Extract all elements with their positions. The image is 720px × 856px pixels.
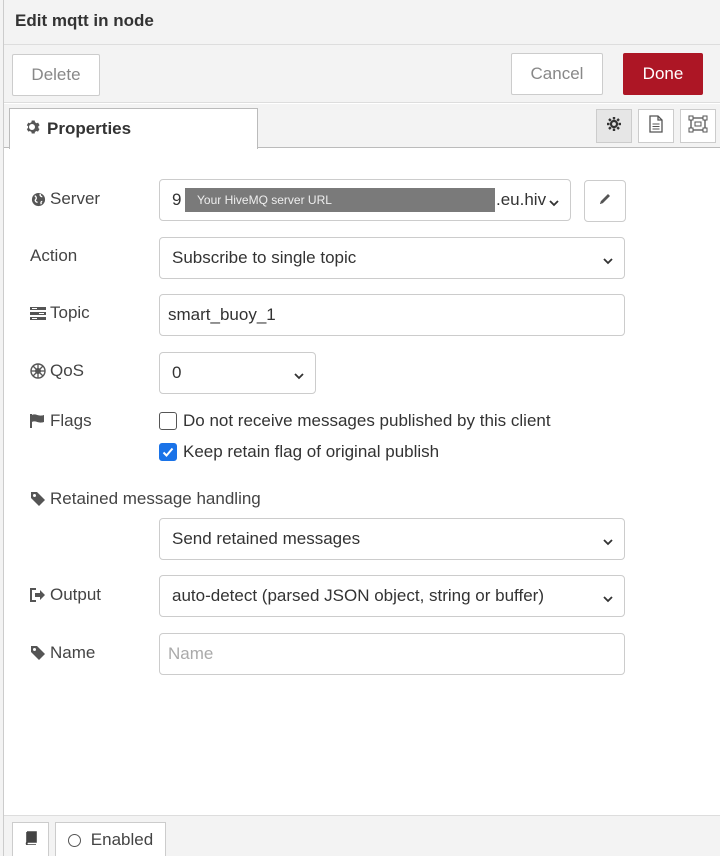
circle-icon bbox=[67, 833, 81, 847]
cancel-button[interactable]: Cancel bbox=[511, 53, 603, 95]
retain-as-published-label: Keep retain flag of original publish bbox=[183, 442, 440, 461]
server-label-row: Server bbox=[30, 189, 100, 209]
properties-tab-button[interactable] bbox=[596, 109, 632, 143]
retain-handling-label-row: Retained message handling bbox=[30, 489, 261, 509]
chevron-down-icon bbox=[602, 533, 614, 553]
qos-value: 0 bbox=[172, 363, 182, 382]
retain-as-published-checkbox-row[interactable]: Keep retain flag of original publish bbox=[159, 442, 439, 462]
chevron-down-icon bbox=[293, 367, 305, 387]
retain-handling-label: Retained message handling bbox=[50, 489, 261, 508]
tab-properties[interactable]: Properties bbox=[9, 108, 258, 149]
chevron-down-icon bbox=[602, 252, 614, 272]
sign-out-icon bbox=[30, 588, 46, 602]
help-button[interactable] bbox=[12, 822, 49, 856]
redaction-mask: Your HiveMQ server URL bbox=[185, 188, 495, 212]
qos-label: QoS bbox=[50, 361, 85, 380]
server-label: Server bbox=[50, 189, 101, 208]
appearance-tab-button[interactable] bbox=[680, 109, 716, 143]
server-value-suffix: .eu.hiv bbox=[496, 190, 547, 209]
flag-icon bbox=[30, 414, 46, 428]
tag-icon bbox=[30, 645, 46, 661]
topic-label: Topic bbox=[50, 303, 90, 322]
retain-handling-value: Send retained messages bbox=[172, 529, 361, 548]
no-local-label: Do not receive messages published by thi… bbox=[183, 411, 551, 430]
chevron-down-icon bbox=[602, 590, 614, 610]
chevron-down-icon bbox=[548, 194, 560, 214]
book-icon bbox=[24, 830, 38, 850]
gear-icon bbox=[606, 116, 622, 137]
edit-server-button[interactable] bbox=[584, 180, 626, 222]
retain-as-published-checkbox[interactable] bbox=[159, 443, 177, 461]
action-value: Subscribe to single topic bbox=[172, 248, 357, 267]
flags-label: Flags bbox=[50, 411, 92, 430]
name-placeholder: Name bbox=[168, 644, 214, 663]
tag-icon bbox=[30, 491, 46, 507]
name-input[interactable]: Name bbox=[159, 633, 625, 675]
action-label: Action bbox=[30, 246, 78, 265]
enabled-toggle[interactable]: Enabled bbox=[55, 822, 166, 856]
globe-icon bbox=[30, 192, 46, 207]
done-button[interactable]: Done bbox=[623, 53, 703, 95]
delete-button[interactable]: Delete bbox=[12, 54, 100, 96]
tasks-icon bbox=[30, 306, 46, 320]
tab-bar: Properties bbox=[4, 104, 720, 149]
gear-icon bbox=[25, 119, 41, 140]
action-select[interactable]: Subscribe to single topic bbox=[159, 237, 625, 279]
enabled-label: Enabled bbox=[90, 830, 154, 849]
title-bar: Edit mqtt in node bbox=[4, 0, 720, 45]
no-local-checkbox[interactable] bbox=[159, 412, 177, 430]
qos-icon bbox=[30, 363, 46, 379]
edit-dialog: Edit mqtt in node Delete Cancel Done Pro… bbox=[3, 0, 720, 856]
flags-label-row: Flags bbox=[30, 411, 92, 431]
pencil-icon bbox=[598, 191, 612, 211]
output-label-row: Output bbox=[30, 585, 101, 605]
dialog-toolbar: Delete Cancel Done bbox=[4, 45, 720, 103]
topic-input[interactable]: smart_buoy_1 bbox=[159, 294, 625, 336]
name-label-row: Name bbox=[30, 643, 95, 663]
dialog-footer: Enabled bbox=[4, 815, 720, 856]
output-value: auto-detect (parsed JSON object, string … bbox=[172, 586, 544, 605]
topic-label-row: Topic bbox=[30, 303, 90, 323]
checkmark-icon bbox=[162, 447, 174, 457]
retain-handling-select[interactable]: Send retained messages bbox=[159, 518, 625, 560]
qos-label-row: QoS bbox=[30, 361, 84, 381]
output-select[interactable]: auto-detect (parsed JSON object, string … bbox=[159, 575, 625, 617]
action-label-row: Action bbox=[30, 246, 77, 266]
qos-select[interactable]: 0 bbox=[159, 352, 316, 394]
tab-properties-label: Properties bbox=[47, 119, 132, 138]
description-icon bbox=[649, 114, 663, 138]
appearance-icon bbox=[688, 115, 708, 138]
output-label: Output bbox=[50, 585, 102, 604]
no-local-checkbox-row[interactable]: Do not receive messages published by thi… bbox=[159, 411, 551, 431]
topic-value: smart_buoy_1 bbox=[168, 305, 276, 324]
name-label: Name bbox=[50, 643, 96, 662]
dialog-title: Edit mqtt in node bbox=[15, 11, 154, 30]
server-value-prefix: 9 bbox=[172, 190, 182, 209]
description-tab-button[interactable] bbox=[638, 109, 674, 143]
